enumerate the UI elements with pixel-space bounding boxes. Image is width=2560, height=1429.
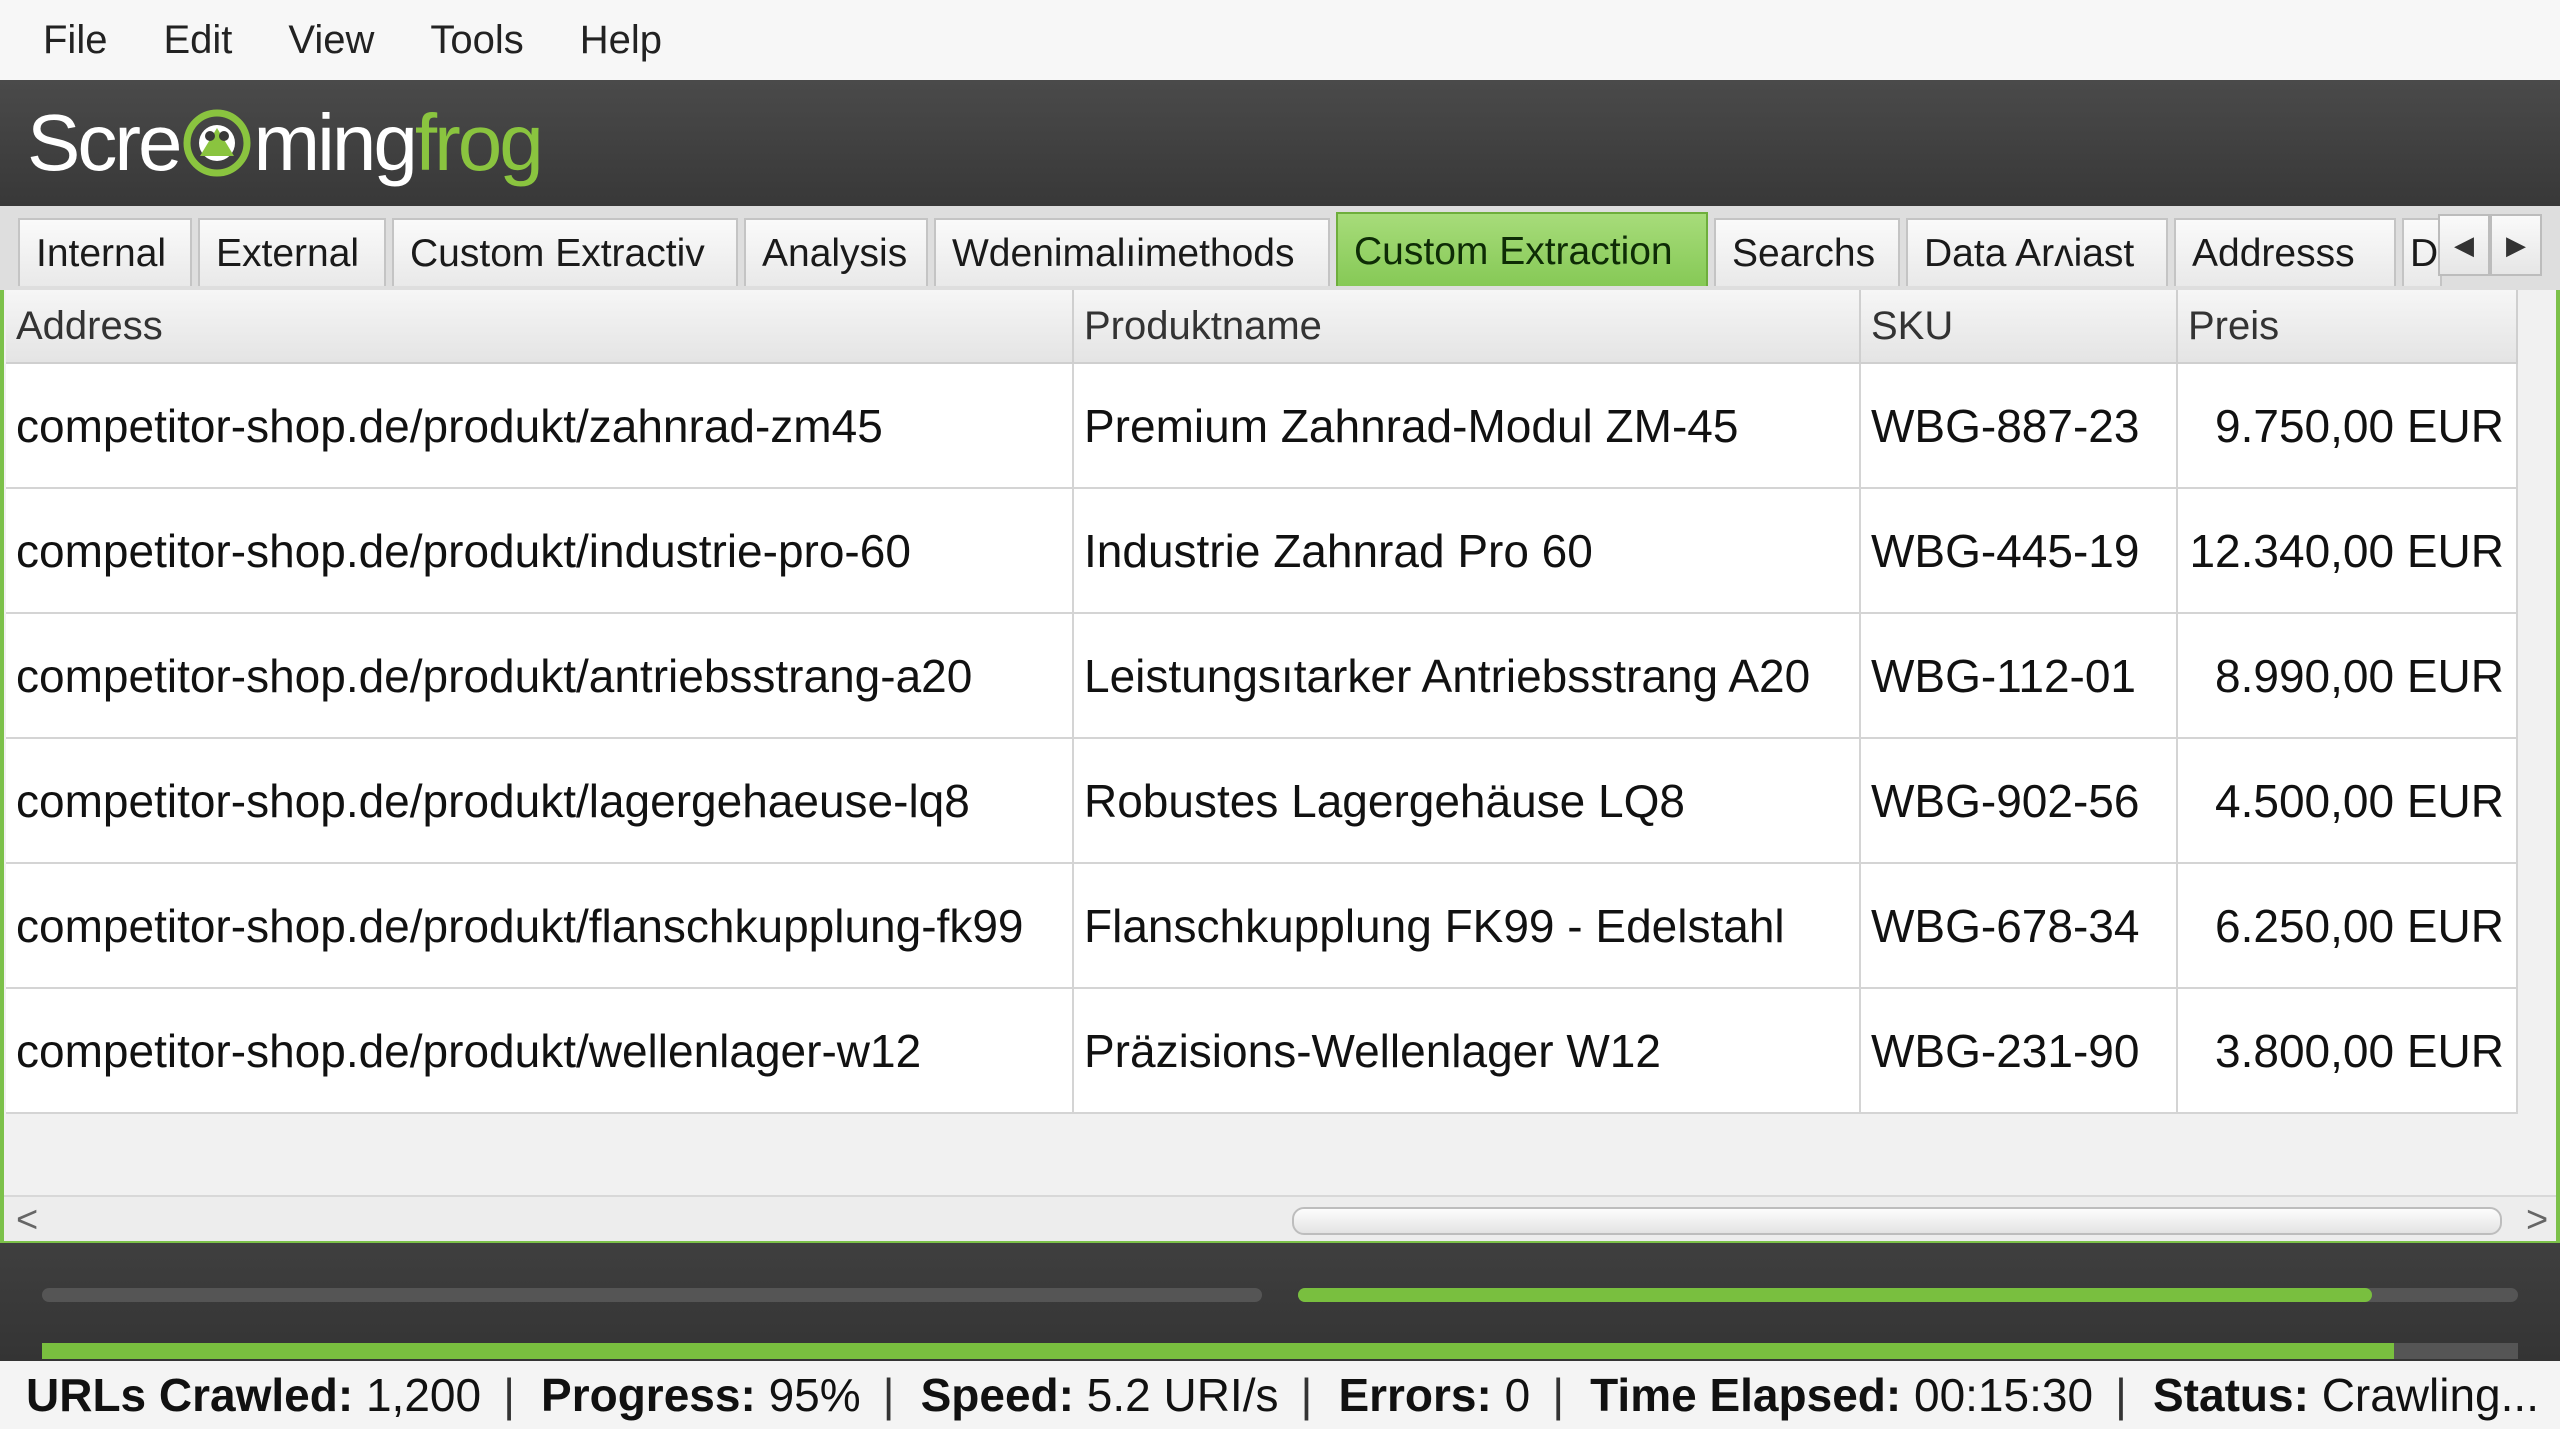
cell-address: competitor-shop.de/produkt/flanschkupplu…	[6, 863, 1074, 989]
tab-data-arviast[interactable]: Data Arʌiast	[1906, 218, 2168, 286]
cell-preis: 8.990,00 EUR	[2177, 613, 2518, 739]
status-progress: Progress: 95%	[541, 1369, 861, 1421]
extraction-table: Address Produktname SKU Preis competitor…	[6, 290, 2518, 1114]
tab-searchs[interactable]: Searchs	[1714, 218, 1900, 286]
cell-address: competitor-shop.de/produkt/industrie-pro…	[6, 488, 1074, 614]
tab-scroll-left-button[interactable]: ◀	[2438, 214, 2490, 276]
scrollbar-thumb[interactable]	[1292, 1207, 2502, 1235]
status-separator: |	[503, 1369, 516, 1421]
table-row[interactable]: competitor-shop.de/produkt/industrie-pro…	[6, 488, 2518, 614]
cell-address: competitor-shop.de/produkt/wellenlager-w…	[6, 988, 1074, 1114]
menu-help[interactable]: Help	[580, 18, 662, 63]
status-speed: Speed: 5.2 URI/s	[920, 1369, 1279, 1421]
cell-preis: 12.340,00 EUR	[2177, 488, 2518, 614]
cell-preis: 9.750,00 EUR	[2177, 363, 2518, 489]
menu-tools[interactable]: Tools	[430, 18, 523, 63]
menu-bar: File Edit View Tools Help	[0, 0, 2560, 80]
progress-fill-2	[1298, 1288, 2372, 1302]
menu-file[interactable]: File	[43, 18, 107, 63]
table-row[interactable]: competitor-shop.de/produkt/antriebsstran…	[6, 613, 2518, 739]
status-bar: URLs Crawled: 1,200 | Progress: 95% | Sp…	[0, 1361, 2560, 1429]
scroll-right-arrow-icon[interactable]: >	[2526, 1199, 2548, 1242]
cell-sku: WBG-902-56	[1860, 738, 2178, 864]
chevron-right-icon: ▶	[2506, 229, 2526, 260]
cell-sku: WBG-112-01	[1860, 613, 2178, 739]
cell-produktname: Flanschkupplung FK99 - Edelstahl	[1073, 863, 1861, 989]
cell-produktname: Industrie Zahnrad Pro 60	[1073, 488, 1861, 614]
chevron-left-icon: ◀	[2454, 229, 2474, 260]
tab-addresss[interactable]: Addresss	[2174, 218, 2396, 286]
crawl-progress-fill	[42, 1343, 2395, 1359]
status-urls: URLs Crawled: 1,200	[26, 1369, 482, 1421]
app-logo: Scre mingfrog	[27, 98, 544, 188]
tab-d-truncated[interactable]: D	[2402, 218, 2442, 286]
menu-view[interactable]: View	[288, 18, 374, 63]
data-table-panel: Address Produktname SKU Preis competitor…	[0, 290, 2560, 1243]
cell-produktname: Robustes Lagergehäuse LQ8	[1073, 738, 1861, 864]
tab-custom-extraction[interactable]: Custom Extraction	[1336, 212, 1708, 286]
cell-sku: WBG-678-34	[1860, 863, 2178, 989]
cell-sku: WBG-231-90	[1860, 988, 2178, 1114]
horizontal-scrollbar[interactable]: < >	[4, 1195, 2556, 1241]
tab-wdenimalimethods[interactable]: Wdenimalıimethods	[934, 218, 1330, 286]
status-state: Status: Crawling...	[2153, 1369, 2539, 1421]
table-row[interactable]: competitor-shop.de/produkt/zahnrad-zm45 …	[6, 363, 2518, 489]
status-separator: |	[1300, 1369, 1313, 1421]
logo-text-part3: frog	[414, 98, 544, 187]
cell-preis: 4.500,00 EUR	[2177, 738, 2518, 864]
status-separator: |	[882, 1369, 895, 1421]
menu-edit[interactable]: Edit	[163, 18, 232, 63]
status-separator: |	[1552, 1369, 1565, 1421]
tab-internal[interactable]: Internal	[18, 218, 192, 286]
cell-preis: 3.800,00 EUR	[2177, 988, 2518, 1114]
status-separator: |	[2115, 1369, 2127, 1421]
logo-text-part2: ming	[253, 98, 418, 187]
scroll-left-arrow-icon[interactable]: <	[16, 1199, 38, 1242]
cell-produktname: Leistungsıtarker Antriebsstrang A20	[1073, 613, 1861, 739]
cell-sku: WBG-887-23	[1860, 363, 2178, 489]
column-header-address[interactable]: Address	[6, 290, 1074, 364]
tab-scroll-right-button[interactable]: ▶	[2490, 214, 2542, 276]
tab-analysis[interactable]: Analysis	[744, 218, 928, 286]
tab-nav: ◀ ▶	[2438, 214, 2542, 276]
cell-address: competitor-shop.de/produkt/antriebsstran…	[6, 613, 1074, 739]
progress-area	[0, 1243, 2560, 1361]
status-time-elapsed: Time Elapsed: 00:15:30	[1590, 1369, 2094, 1421]
tab-list: Internal External Custom Extractiv Analy…	[18, 212, 2448, 290]
table-row[interactable]: competitor-shop.de/produkt/lagergehaeuse…	[6, 738, 2518, 864]
table-row[interactable]: competitor-shop.de/produkt/flanschkupplu…	[6, 863, 2518, 989]
tab-strip: Internal External Custom Extractiv Analy…	[0, 206, 2560, 293]
tab-external[interactable]: External	[198, 218, 386, 286]
cell-preis: 6.250,00 EUR	[2177, 863, 2518, 989]
progress-track-1	[42, 1288, 1262, 1302]
table-header-row: Address Produktname SKU Preis	[6, 290, 2518, 364]
table-row[interactable]: competitor-shop.de/produkt/wellenlager-w…	[6, 988, 2518, 1114]
column-header-produktname[interactable]: Produktname	[1073, 290, 1861, 364]
cell-produktname: Premium Zahnrad-Modul ZM-45	[1073, 363, 1861, 489]
cell-address: competitor-shop.de/produkt/lagergehaeuse…	[6, 738, 1074, 864]
progress-track-2	[1298, 1288, 2518, 1302]
column-header-preis[interactable]: Preis	[2177, 290, 2518, 364]
brand-header: Scre mingfrog	[0, 80, 2560, 206]
crawl-progress-track	[42, 1343, 2518, 1359]
status-errors: Errors: 0	[1338, 1369, 1531, 1421]
cell-sku: WBG-445-19	[1860, 488, 2178, 614]
column-header-sku[interactable]: SKU	[1860, 290, 2178, 364]
tab-custom-extractiv[interactable]: Custom Extractiv	[392, 218, 738, 286]
cell-produktname: Präzisions-Wellenlager W12	[1073, 988, 1861, 1114]
logo-text-part1: Scre	[27, 98, 182, 187]
cell-address: competitor-shop.de/produkt/zahnrad-zm45	[6, 363, 1074, 489]
frog-mascot-icon	[183, 109, 250, 177]
